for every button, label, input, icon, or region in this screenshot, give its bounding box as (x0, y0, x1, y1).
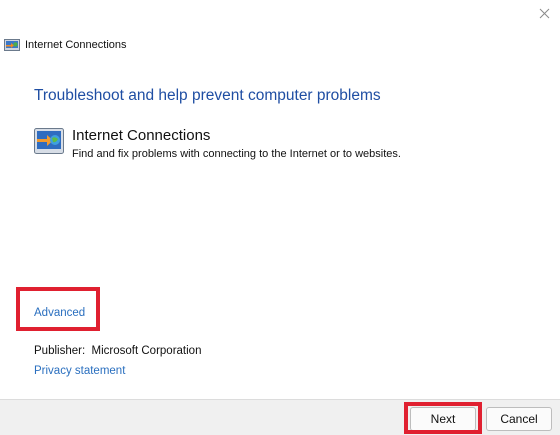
next-button[interactable]: Next (410, 407, 476, 431)
cancel-button[interactable]: Cancel (486, 407, 552, 431)
publisher-info: Publisher: Microsoft Corporation (34, 345, 201, 357)
troubleshooter-item: Internet Connections Find and fix proble… (34, 128, 401, 160)
close-icon (539, 8, 549, 18)
close-button[interactable] (534, 4, 554, 22)
item-title: Internet Connections (72, 127, 211, 144)
privacy-statement-link[interactable]: Privacy statement (34, 365, 125, 377)
page-heading: Troubleshoot and help prevent computer p… (34, 87, 381, 104)
network-troubleshooter-icon (4, 39, 20, 51)
title-bar: Internet Connections (4, 37, 127, 53)
publisher-value: Microsoft Corporation (91, 345, 202, 357)
window-title: Internet Connections (25, 39, 127, 51)
network-troubleshooter-icon (34, 128, 64, 154)
advanced-link[interactable]: Advanced (34, 307, 85, 319)
footer-bar: Next Cancel (0, 399, 560, 435)
item-description: Find and fix problems with connecting to… (72, 148, 401, 160)
publisher-label: Publisher: (34, 345, 86, 357)
